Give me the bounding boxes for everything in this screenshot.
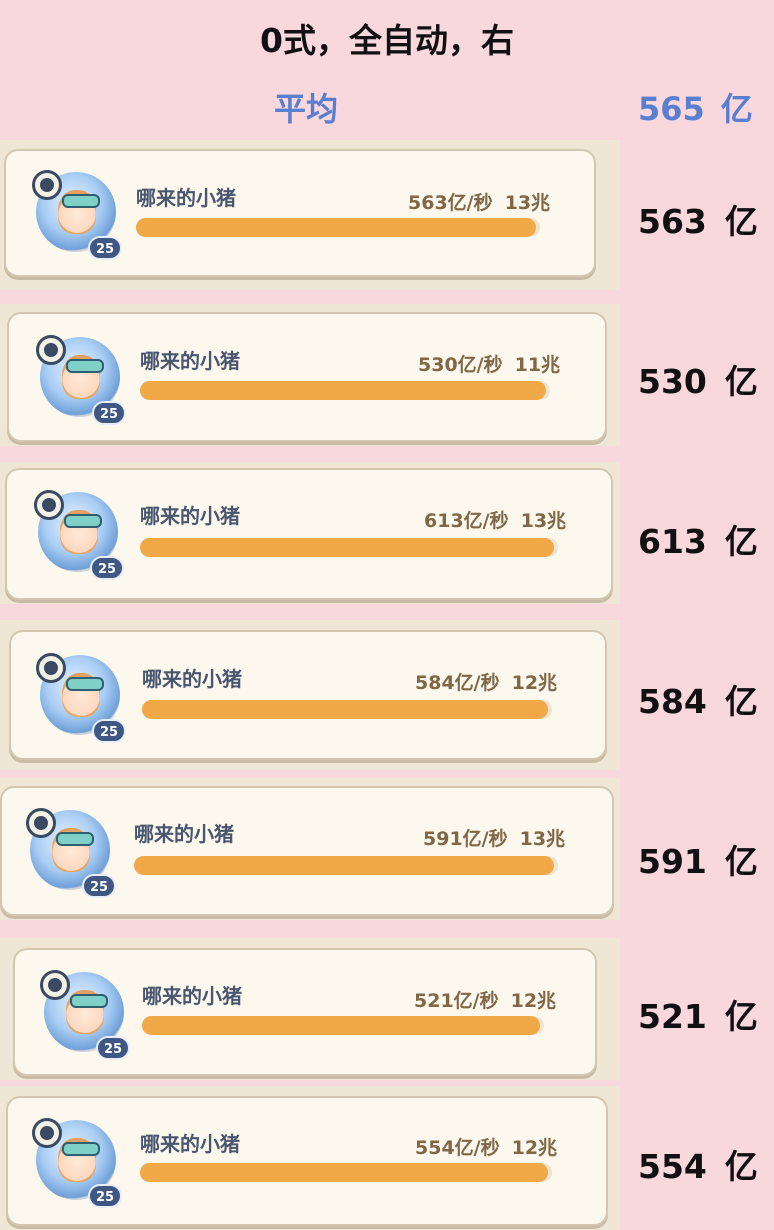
goggles-icon (66, 359, 104, 373)
result-number: 530 (638, 362, 707, 401)
damage-per-second: 591亿/秒 (423, 828, 508, 850)
damage-bar-fill (140, 381, 546, 400)
goggles-icon (66, 677, 104, 691)
goggles-icon (56, 832, 94, 846)
damage-total: 12兆 (511, 1137, 558, 1159)
level-badge: 25 (82, 874, 116, 898)
result-unit: 亿 (724, 362, 758, 401)
result-unit: 亿 (724, 1147, 758, 1186)
result-unit: 亿 (724, 682, 758, 721)
class-crest-icon (34, 490, 64, 520)
result-value: 530 亿 (638, 355, 758, 403)
damage-per-second: 521亿/秒 (414, 990, 499, 1012)
damage-bar-fill (134, 856, 554, 875)
result-value: 521 亿 (638, 990, 758, 1038)
damage-per-second: 613亿/秒 (424, 510, 509, 532)
damage-stats: 591亿/秒 13兆 (423, 824, 565, 851)
damage-bar-fill (142, 700, 548, 719)
damage-bar (142, 1016, 544, 1035)
damage-bar (140, 538, 558, 557)
damage-bar-fill (140, 1163, 548, 1182)
damage-bar (142, 700, 552, 719)
result-number: 613 (638, 522, 707, 561)
class-crest-icon (32, 1118, 62, 1148)
damage-total: 13兆 (519, 828, 566, 850)
damage-bar (140, 381, 550, 400)
damage-total: 11兆 (514, 354, 561, 376)
result-number: 591 (638, 842, 707, 881)
level-badge: 25 (96, 1036, 130, 1060)
damage-per-second: 554亿/秒 (415, 1137, 500, 1159)
class-crest-icon (36, 653, 66, 683)
goggles-icon (62, 1142, 100, 1156)
damage-stats: 563亿/秒 13兆 (408, 188, 550, 215)
player-name: 哪来的小猪 (134, 822, 234, 846)
level-badge: 25 (92, 401, 126, 425)
result-value: 591 亿 (638, 835, 758, 883)
result-number: 554 (638, 1147, 707, 1186)
player-name: 哪来的小猪 (140, 349, 240, 373)
avatar: 25 (34, 490, 124, 580)
avatar: 25 (26, 808, 116, 898)
damage-total: 12兆 (511, 672, 558, 694)
level-badge: 25 (92, 719, 126, 743)
damage-per-second: 563亿/秒 (408, 192, 493, 214)
damage-per-second: 584亿/秒 (415, 672, 500, 694)
damage-stats: 521亿/秒 12兆 (414, 986, 556, 1013)
result-unit: 亿 (724, 842, 758, 881)
result-value: 554 亿 (638, 1140, 758, 1188)
player-name: 哪来的小猪 (140, 504, 240, 528)
damage-bar (134, 856, 558, 875)
result-number: 584 (638, 682, 707, 721)
damage-bar-fill (142, 1016, 540, 1035)
class-crest-icon (40, 970, 70, 1000)
player-name: 哪来的小猪 (136, 186, 236, 210)
avatar: 25 (32, 170, 122, 260)
result-unit: 亿 (724, 202, 758, 241)
damage-stats: 584亿/秒 12兆 (415, 668, 557, 695)
damage-stats: 554亿/秒 12兆 (415, 1133, 557, 1160)
result-value: 584 亿 (638, 675, 758, 723)
result-unit: 亿 (724, 522, 758, 561)
damage-stats: 530亿/秒 11兆 (418, 350, 560, 377)
class-crest-icon (26, 808, 56, 838)
damage-bar (136, 218, 540, 237)
class-crest-icon (36, 335, 66, 365)
avatar: 25 (36, 335, 126, 425)
player-name: 哪来的小猪 (142, 667, 242, 691)
damage-bar (140, 1163, 552, 1182)
avatar: 25 (40, 970, 130, 1060)
avatar: 25 (36, 653, 126, 743)
avatar: 25 (32, 1118, 122, 1208)
damage-bar-fill (136, 218, 536, 237)
goggles-icon (62, 194, 100, 208)
player-name: 哪来的小猪 (142, 984, 242, 1008)
results-list: 25 哪来的小猪 563亿/秒 13兆 563 亿 25 哪来的小猪 530亿/秒 11兆 530 亿… (0, 0, 774, 1230)
result-unit: 亿 (724, 997, 758, 1036)
damage-per-second: 530亿/秒 (418, 354, 503, 376)
class-crest-icon (32, 170, 62, 200)
goggles-icon (70, 994, 108, 1008)
goggles-icon (64, 514, 102, 528)
damage-total: 13兆 (504, 192, 551, 214)
player-name: 哪来的小猪 (140, 1132, 240, 1156)
result-number: 563 (638, 202, 707, 241)
level-badge: 25 (90, 556, 124, 580)
level-badge: 25 (88, 236, 122, 260)
damage-total: 12兆 (510, 990, 557, 1012)
result-number: 521 (638, 997, 707, 1036)
level-badge: 25 (88, 1184, 122, 1208)
result-value: 613 亿 (638, 515, 758, 563)
damage-stats: 613亿/秒 13兆 (424, 506, 566, 533)
result-value: 563 亿 (638, 195, 758, 243)
damage-total: 13兆 (520, 510, 567, 532)
damage-bar-fill (140, 538, 554, 557)
